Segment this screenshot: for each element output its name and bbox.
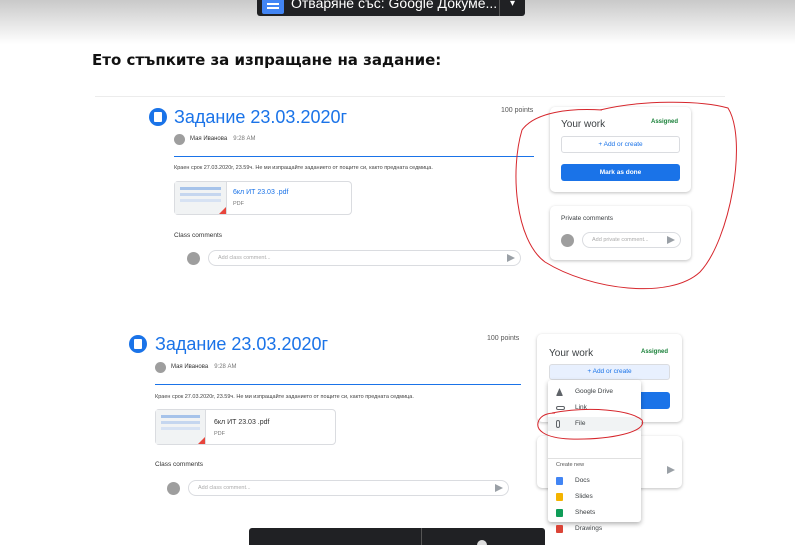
attachment-type: PDF [214, 431, 225, 437]
send-icon[interactable] [667, 236, 675, 244]
attachment-card[interactable]: 6кл ИТ 23.03 .pdf PDF [155, 409, 336, 445]
google-drive-icon [556, 388, 563, 396]
link-icon [556, 406, 565, 410]
class-comments-label: Class comments [174, 232, 223, 239]
chevron-down-icon[interactable]: ▾ [499, 0, 525, 16]
menu-item-label: Sheets [575, 509, 596, 516]
private-comments-label: Private comments [561, 215, 614, 222]
search-icon[interactable] [477, 540, 487, 545]
screenshot-2: Задание 23.03.2020г 100 points Мая Ивано… [120, 326, 705, 533]
menu-item-label: Drawings [575, 525, 603, 532]
paperclip-icon [556, 420, 560, 428]
open-with-bar[interactable]: Отваряне със: Google Докуме... ▾ [257, 0, 525, 16]
status-badge: Assigned [651, 119, 679, 125]
docs-icon [556, 477, 563, 485]
avatar [167, 482, 180, 495]
attachment-name[interactable]: 6кл ИТ 23.03 .pdf [233, 189, 288, 196]
points-label: 100 points [501, 107, 534, 114]
drawings-icon [556, 525, 563, 533]
divider [155, 384, 521, 385]
avatar [187, 252, 200, 265]
pdf-thumbnail [175, 182, 227, 214]
post-time: 9:28 AM [214, 364, 237, 370]
menu-item-link[interactable]: Link [548, 401, 641, 415]
author-name: Мая Иванова [171, 364, 209, 370]
points-label: 100 points [487, 335, 520, 342]
menu-item-docs[interactable]: Docs [548, 474, 641, 488]
author-line: Мая Иванова 9:28 AM [171, 364, 237, 370]
bottom-toolbar[interactable] [249, 528, 545, 545]
your-work-card: Your work Assigned + Add or create Mark … [550, 107, 691, 192]
add-or-create-button[interactable]: + Add or create [549, 364, 670, 380]
deadline-text: Краен срок 27.03.2020г, 23.59ч. Не ми из… [155, 394, 414, 400]
class-comment-input[interactable]: Add class comment... [208, 250, 521, 266]
post-time: 9:28 AM [233, 136, 256, 142]
class-comment-input[interactable]: Add class comment... [188, 480, 509, 496]
screenshot-1: Задание 23.03.2020г 100 points Мая Ивано… [95, 96, 725, 276]
menu-item-label: Google Drive [575, 388, 613, 395]
add-or-create-button[interactable]: + Add or create [561, 136, 680, 153]
class-comments-label: Class comments [155, 461, 204, 468]
attachment-type: PDF [233, 201, 244, 207]
assignment-icon [149, 108, 167, 126]
avatar [174, 134, 185, 145]
attachment-card[interactable]: 6кл ИТ 23.03 .pdf PDF [174, 181, 352, 215]
private-comment-placeholder: Add private comment... [592, 237, 649, 243]
open-with-label[interactable]: Отваряне със: Google Докуме... [291, 0, 497, 11]
menu-item-sheets[interactable]: Sheets [548, 506, 641, 520]
your-work-label: Your work [561, 119, 606, 130]
avatar [561, 234, 574, 247]
send-icon[interactable] [495, 484, 503, 492]
assignment-title: Задание 23.03.2020г [155, 334, 329, 354]
attachment-name[interactable]: 6кл ИТ 23.03 .pdf [214, 419, 269, 426]
toolbar-divider [421, 528, 422, 545]
menu-item-label: Slides [575, 493, 593, 500]
menu-item-file[interactable]: File [548, 417, 641, 431]
private-comment-input[interactable]: Add private comment... [582, 232, 681, 248]
google-docs-icon [262, 0, 284, 14]
menu-item-label: Docs [575, 477, 590, 484]
mark-as-done-button[interactable]: Mark as done [561, 164, 680, 181]
page-heading: Ето стъпките за изпращане на задание: [92, 51, 442, 69]
menu-divider [548, 458, 641, 459]
comment-placeholder: Add class comment... [218, 255, 271, 261]
pdf-thumbnail [156, 410, 206, 444]
avatar [155, 362, 166, 373]
send-icon[interactable] [507, 254, 515, 262]
assignment-icon [129, 335, 147, 353]
divider [174, 156, 534, 157]
menu-item-drawings[interactable]: Drawings [548, 522, 641, 536]
author-name: Мая Иванова [190, 136, 228, 142]
author-line: Мая Иванова 9:28 AM [190, 136, 256, 142]
add-or-create-menu: Google Drive Link File Create new Docs S… [548, 380, 641, 533]
menu-item-label: File [575, 420, 586, 427]
slides-icon [556, 493, 563, 501]
sheets-icon [556, 509, 563, 517]
comment-placeholder: Add class comment... [198, 485, 251, 491]
status-badge: Assigned [641, 349, 669, 355]
menu-item-slides[interactable]: Slides [548, 490, 641, 504]
menu-item-google-drive[interactable]: Google Drive [548, 385, 641, 399]
your-work-label: Your work [549, 348, 594, 359]
menu-item-label: Link [575, 404, 587, 411]
deadline-text: Краен срок 27.03.2020г, 23.59ч. Не ми из… [174, 165, 433, 171]
assignment-title: Задание 23.03.2020г [174, 107, 348, 127]
document-viewer: Отваряне със: Google Докуме... ▾ Ето стъ… [0, 0, 795, 545]
private-comments-card: Private comments Add private comment... [550, 206, 691, 260]
send-icon[interactable] [667, 466, 675, 474]
create-new-label: Create new [556, 462, 585, 468]
